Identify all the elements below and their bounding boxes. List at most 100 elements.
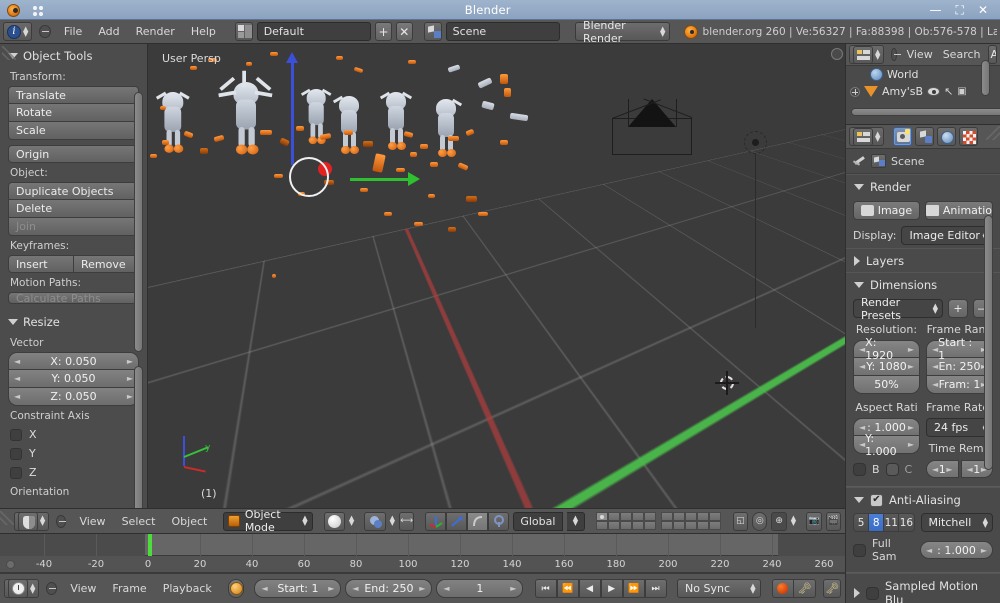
scene-datablock-icon[interactable] [424, 22, 442, 41]
join-button[interactable]: Join [8, 218, 139, 236]
frame-end-field[interactable]: ◄ End: 250 ► [345, 579, 433, 598]
resolution-percent-field[interactable]: 50% [853, 376, 920, 394]
play-icon[interactable]: ▶ [600, 579, 623, 598]
aa-sample-11[interactable]: 11 [884, 514, 900, 531]
transform-orientation-value[interactable]: Global [513, 511, 563, 531]
3d-viewport[interactable]: y User Persp (1) [148, 44, 845, 508]
outliner-row-amysb[interactable]: Amy'sB ↖ ▣ [846, 83, 1000, 100]
layer-cell[interactable] [632, 512, 645, 521]
screen-layout-icon[interactable] [235, 22, 253, 41]
close-button[interactable]: ✕ [978, 4, 988, 16]
menu-view[interactable]: View [64, 580, 102, 597]
interaction-mode-dropdown[interactable]: Object Mode ▲ ▼ [222, 508, 313, 534]
render-presets-dropdown[interactable]: Render Presets ▲ ▼ [853, 296, 943, 322]
aa-sample-16[interactable]: 16 [899, 514, 914, 531]
camera-icon[interactable]: ▣ [957, 86, 966, 97]
chevron-updown-icon[interactable]: ▲ ▼ [791, 515, 796, 527]
scale-button[interactable]: Scale [8, 122, 139, 140]
layer-cell[interactable] [709, 512, 722, 521]
layer-cell[interactable] [709, 521, 722, 530]
aa-filter-dropdown[interactable]: Mitchell ▲ ▼ [920, 513, 993, 532]
frame-start-field[interactable]: ◄Start : 1► [926, 336, 993, 362]
layer-cell[interactable] [620, 521, 633, 530]
toolshelf-scrollbar[interactable] [134, 92, 143, 352]
resize-y-field[interactable]: ◄ Y: 0.050 ► [8, 370, 139, 388]
full-sample-checkbox-icon[interactable] [853, 543, 866, 557]
layer-cell[interactable] [608, 512, 621, 521]
border-checkbox-icon[interactable] [853, 462, 866, 476]
expand-node-icon[interactable] [850, 86, 860, 97]
keyingset-icon[interactable]: 🗝 [793, 579, 816, 598]
add-screen-button[interactable]: + [375, 22, 392, 41]
constraint-axis-x-row[interactable]: X [0, 425, 147, 444]
timeline-scroll-knob[interactable] [6, 560, 15, 569]
aa-sample-5[interactable]: 5 [854, 514, 870, 531]
checkbox-icon[interactable] [10, 466, 22, 479]
record-icon[interactable] [771, 579, 794, 598]
layer-cell[interactable] [661, 512, 674, 521]
tab-world[interactable] [937, 127, 957, 146]
delete-screen-button[interactable]: ✕ [395, 22, 413, 41]
scene-field[interactable]: Scene [445, 22, 561, 41]
insert-keyframe-button[interactable]: Insert [8, 255, 74, 273]
screen-layout-field[interactable]: Default [256, 22, 372, 41]
mesh-objects-cluster[interactable] [148, 44, 845, 278]
layer-cell[interactable] [661, 521, 674, 530]
layer-cell[interactable] [697, 512, 710, 521]
motion-blur-section-header[interactable]: Sampled Motion Blu [846, 573, 1000, 603]
resize-x-field[interactable]: ◄ X: 0.050 ► [8, 352, 139, 370]
layer-cell[interactable] [632, 521, 645, 530]
constraint-axis-y-row[interactable]: Y [0, 444, 147, 463]
layer-cell[interactable] [697, 521, 710, 530]
jump-to-start-icon[interactable]: ⏮ [534, 579, 557, 598]
tab-render[interactable] [893, 127, 913, 146]
crop-checkbox-icon[interactable] [885, 462, 899, 476]
viewport-region-toggle[interactable] [831, 48, 843, 60]
anti-aliasing-checkbox[interactable]: ✔ [870, 493, 883, 507]
outliner-row-world[interactable]: World [846, 66, 1000, 83]
resolution-y-field[interactable]: ◄ Y: 1080 ► [853, 358, 920, 376]
time-remap-old-field[interactable]: ◄ 1 ► [926, 460, 959, 478]
tab-texture[interactable] [959, 127, 979, 146]
collapse-menus-button[interactable] [56, 514, 67, 528]
layer-cell[interactable] [644, 512, 657, 521]
frame-rate-dropdown[interactable]: 24 fps ▲▼ [926, 418, 993, 437]
cursor-arrow-icon[interactable]: ↖ [944, 85, 953, 98]
origin-button[interactable]: Origin [8, 145, 139, 163]
render-animation-button[interactable]: Animatio [924, 201, 993, 220]
outliner-vertical-scrollbar[interactable] [981, 60, 990, 96]
snap-magnet-icon[interactable] [488, 511, 510, 531]
frame-end-field[interactable]: ◄En: 250► [926, 358, 993, 376]
render-image-button[interactable]: Image [853, 201, 920, 220]
maximize-button[interactable]: ⛶ [956, 4, 964, 16]
calculate-paths-button[interactable]: Calculate Paths [8, 292, 139, 304]
chevron-updown-icon[interactable]: ▲ ▼ [349, 515, 354, 527]
constraint-axis-z-row[interactable]: Z [0, 463, 147, 482]
timeline-track-area[interactable] [0, 534, 845, 556]
aa-sample-8[interactable]: 8 [869, 514, 885, 531]
proportional-edit-icon[interactable]: ◎ [752, 511, 768, 531]
snap-during-transform-icon[interactable]: ⊕ [771, 511, 787, 531]
menu-object[interactable]: Object [166, 513, 214, 530]
menu-search[interactable]: Search [940, 46, 984, 63]
checkbox-icon[interactable] [10, 428, 22, 441]
aa-samples-selector[interactable]: 5 8 11 16 [853, 513, 915, 532]
editor-type-selector[interactable]: ▲ ▼ [4, 579, 40, 598]
outliner-horizontal-scrollbar[interactable] [851, 108, 1000, 116]
occlude-geometry-icon[interactable]: ◱ [732, 511, 749, 531]
toolshelf-scrollbar-lower[interactable] [134, 366, 143, 508]
menu-frame[interactable]: Frame [106, 580, 152, 597]
menu-view[interactable]: View [904, 46, 936, 63]
pin-icon[interactable] [852, 154, 866, 168]
render-animation-icon[interactable]: 🎬 [825, 511, 842, 531]
scale-manipulator-icon[interactable] [467, 511, 489, 531]
rotate-button[interactable]: Rotate [8, 104, 139, 122]
editor-type-selector[interactable]: ▲ ▼ [849, 45, 885, 64]
transform-orientation-dropdown[interactable]: ▲ ▼ [566, 511, 586, 531]
display-mode-dropdown[interactable]: Image Editor ▲▼ [901, 226, 993, 245]
layer-cell[interactable] [673, 521, 686, 530]
layer-cell[interactable] [596, 521, 609, 530]
timeline-ruler[interactable]: -40 -20 0 20 40 60 80 100 120 140 160 18… [0, 556, 845, 573]
layer-cell[interactable] [673, 512, 686, 521]
checkbox-icon[interactable] [10, 447, 22, 460]
